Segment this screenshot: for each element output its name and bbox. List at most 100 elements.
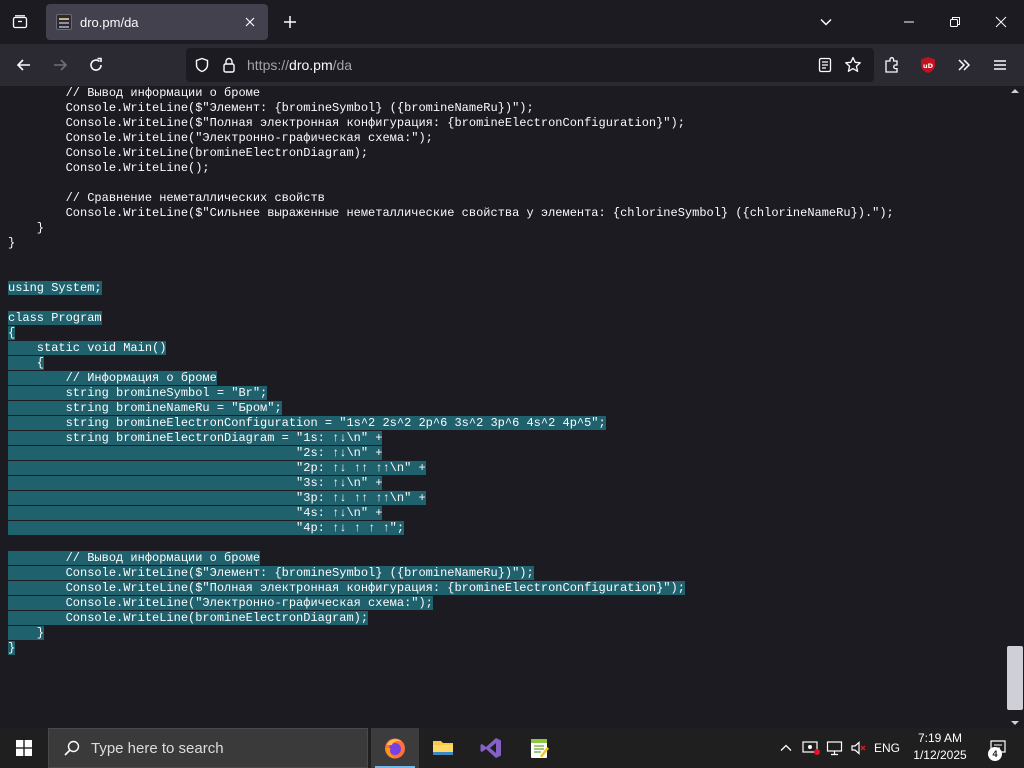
code-text[interactable]: // Вывод информации о броме Console.Writ…	[8, 86, 894, 656]
file-explorer-icon	[433, 741, 453, 755]
page-content[interactable]: // Вывод информации о броме Console.Writ…	[0, 86, 1024, 728]
code-text-plain: Console.WriteLine();	[8, 161, 210, 175]
back-button[interactable]	[8, 49, 40, 81]
tab-close-button[interactable]	[238, 10, 262, 34]
minimize-icon	[904, 21, 914, 23]
code-line: // Вывод информации о броме	[8, 86, 894, 101]
forward-icon	[54, 59, 68, 71]
code-line: Console.WriteLine($"Полная электронная к…	[8, 581, 894, 596]
code-line: Console.WriteLine();	[8, 161, 894, 176]
scrollbar-thumb[interactable]	[1007, 646, 1023, 710]
taskbar-file-explorer[interactable]	[419, 728, 467, 768]
code-line: Console.WriteLine($"Сильнее выраженные н…	[8, 206, 894, 221]
navigation-toolbar: https://dro.pm/da uD	[0, 44, 1024, 86]
tray-network[interactable]	[824, 728, 846, 768]
svg-text:uD: uD	[923, 62, 934, 70]
taskbar-visual-studio[interactable]	[467, 728, 515, 768]
code-text-plain: Console.WriteLine("Электронно-графическа…	[8, 131, 433, 145]
code-text-selected: "2s: ↑↓\n" +	[8, 446, 383, 460]
code-line: {	[8, 326, 894, 341]
tray-volume[interactable]	[848, 728, 870, 768]
code-line: }	[8, 641, 894, 656]
code-text-selected: "3s: ↑↓\n" +	[8, 476, 383, 490]
window-close-button[interactable]	[978, 0, 1024, 44]
code-line: static void Main()	[8, 341, 894, 356]
site-favicon-icon	[56, 14, 72, 30]
bookmark-star-icon[interactable]	[844, 56, 862, 74]
url-bar[interactable]: https://dro.pm/da	[186, 48, 874, 82]
clock-time: 7:19 AM	[917, 731, 963, 745]
tray-screen-capture[interactable]	[800, 728, 822, 768]
taskbar-search-box[interactable]: Type here to search	[48, 728, 368, 768]
code-text-selected: string bromineNameRu = "Бром";	[8, 401, 282, 415]
taskbar-firefox[interactable]	[371, 728, 419, 768]
code-line: string bromineElectronConfiguration = "1…	[8, 416, 894, 431]
hamburger-menu-icon	[994, 60, 1006, 70]
reload-button[interactable]	[80, 49, 112, 81]
code-line: Console.WriteLine(bromineElectronDiagram…	[8, 146, 894, 161]
code-line: "2s: ↑↓\n" +	[8, 446, 894, 461]
notification-count-badge: 4	[988, 747, 1002, 761]
code-line: "4s: ↑↓\n" +	[8, 506, 894, 521]
code-text-selected: string bromineElectronDiagram = "1s: ↑↓\…	[8, 431, 383, 445]
code-text-selected: {	[8, 326, 16, 340]
code-text-selected: // Вывод информации о броме	[8, 551, 261, 565]
taskbar-notepad-plus-plus[interactable]	[515, 728, 563, 768]
code-line: Console.WriteLine("Электронно-графическа…	[8, 596, 894, 611]
code-text-selected: // Информация о броме	[8, 371, 217, 385]
firefox-view-icon	[12, 15, 28, 29]
taskbar-clock[interactable]: 7:19 AM 1/12/2025	[906, 730, 974, 766]
firefox-view-button[interactable]	[4, 6, 36, 38]
reader-view-icon[interactable]	[818, 57, 832, 73]
code-text-plain: Console.WriteLine($"Сильнее выраженные н…	[8, 206, 894, 220]
vertical-scrollbar[interactable]	[1006, 86, 1024, 728]
chevron-up-icon	[780, 744, 792, 751]
ublock-origin-button[interactable]: uD	[912, 49, 944, 81]
tray-language[interactable]: ENG	[872, 728, 902, 768]
shield-icon[interactable]	[194, 57, 210, 73]
volume-muted-icon	[851, 741, 866, 755]
code-line: using System;	[8, 281, 894, 296]
app-menu-button[interactable]	[984, 49, 1016, 81]
tab-active[interactable]: dro.pm/da	[46, 4, 268, 40]
clock-date: 1/12/2025	[913, 748, 967, 762]
extensions-icon	[885, 57, 898, 73]
scroll-down-arrow-icon[interactable]	[1010, 718, 1020, 728]
start-button[interactable]	[0, 728, 48, 768]
url-text[interactable]: https://dro.pm/da	[247, 57, 352, 73]
notepad-plus-plus-icon	[531, 739, 549, 758]
code-text-selected: }	[8, 626, 45, 640]
code-text-plain: }	[8, 221, 45, 235]
code-text-selected: Console.WriteLine(bromineElectronDiagram…	[8, 611, 369, 625]
visual-studio-icon	[480, 738, 501, 758]
list-all-tabs-button[interactable]	[810, 6, 842, 38]
forward-button[interactable]	[44, 49, 76, 81]
code-line: }	[8, 236, 894, 251]
ublock-icon: uD	[921, 57, 935, 73]
code-line: string bromineSymbol = "Br";	[8, 386, 894, 401]
code-line: {	[8, 356, 894, 371]
scroll-up-arrow-icon[interactable]	[1010, 86, 1020, 96]
code-text-selected: "4p: ↑↓ ↑ ↑ ↑";	[8, 521, 405, 535]
url-path: /da	[332, 57, 353, 73]
code-text-plain: }	[8, 236, 16, 250]
restore-icon	[950, 17, 960, 27]
new-tab-button[interactable]	[274, 6, 306, 38]
restore-button[interactable]	[932, 0, 978, 44]
minimize-button[interactable]	[886, 0, 932, 44]
windows-taskbar: Type here to search ENG 7:19 AM 1/12/202…	[0, 728, 1024, 768]
plus-icon	[284, 16, 296, 28]
code-line: "3p: ↑↓ ↑↑ ↑↑\n" +	[8, 491, 894, 506]
code-line: Console.WriteLine(bromineElectronDiagram…	[8, 611, 894, 626]
code-text-plain: Console.WriteLine(bromineElectronDiagram…	[8, 146, 369, 160]
extensions-button[interactable]	[876, 49, 908, 81]
code-line: }	[8, 221, 894, 236]
show-hidden-icons-button[interactable]	[776, 728, 796, 768]
back-icon	[16, 59, 30, 71]
action-center-button[interactable]: 4	[978, 728, 1018, 768]
more-tools-button[interactable]	[948, 49, 980, 81]
code-line: // Информация о броме	[8, 371, 894, 386]
lock-icon[interactable]	[222, 57, 236, 73]
